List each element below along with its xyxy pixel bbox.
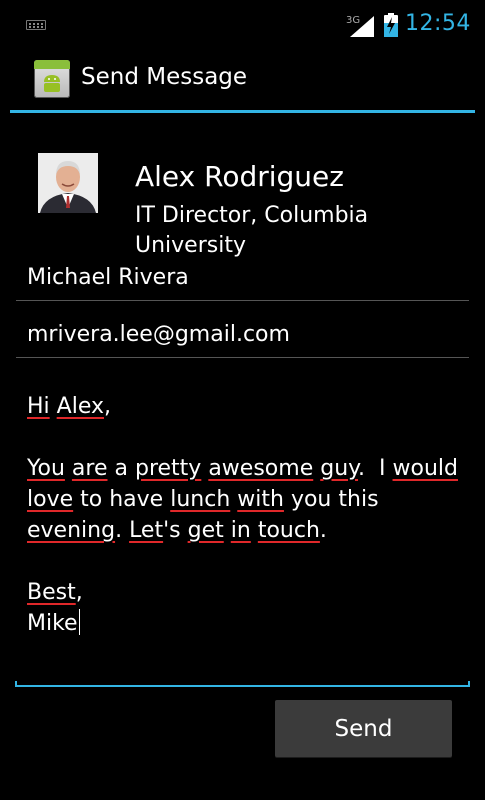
status-bar: 3G 12:54 — [0, 0, 485, 50]
network-type-label: 3G — [346, 15, 360, 26]
message-line: Best, — [27, 580, 83, 605]
sender-name-value: Michael Rivera — [27, 265, 189, 290]
status-time: 12:54 — [405, 11, 471, 36]
sender-email-field[interactable]: mrivera.lee@gmail.com — [16, 318, 469, 358]
page-title: Send Message — [81, 64, 248, 90]
action-bar-divider — [10, 110, 475, 113]
message-line — [27, 422, 467, 453]
message-input-underline — [15, 681, 470, 687]
sender-email-value: mrivera.lee@gmail.com — [27, 322, 290, 347]
text-cursor — [78, 609, 80, 635]
contact-title: IT Director, Columbia University — [135, 203, 369, 258]
battery-charging-icon — [384, 13, 398, 37]
message-line: Mike — [27, 609, 80, 636]
sender-name-field[interactable]: Michael Rivera — [16, 262, 469, 301]
action-bar: Send Message — [0, 50, 485, 112]
signal-icon: 3G — [346, 15, 374, 37]
message-line: You are a pretty awesome guy. I would lo… — [27, 456, 458, 543]
message-line: Hi Alex, — [27, 394, 111, 419]
keyboard-icon — [26, 20, 46, 30]
message-line — [27, 546, 467, 577]
contact-avatar — [38, 153, 98, 213]
android-app-icon[interactable] — [34, 60, 70, 98]
message-input[interactable]: Hi Alex, You are a pretty awesome guy. I … — [27, 391, 467, 639]
contact-name: Alex Rodriguez — [135, 160, 344, 193]
send-button[interactable]: Send — [275, 700, 452, 757]
